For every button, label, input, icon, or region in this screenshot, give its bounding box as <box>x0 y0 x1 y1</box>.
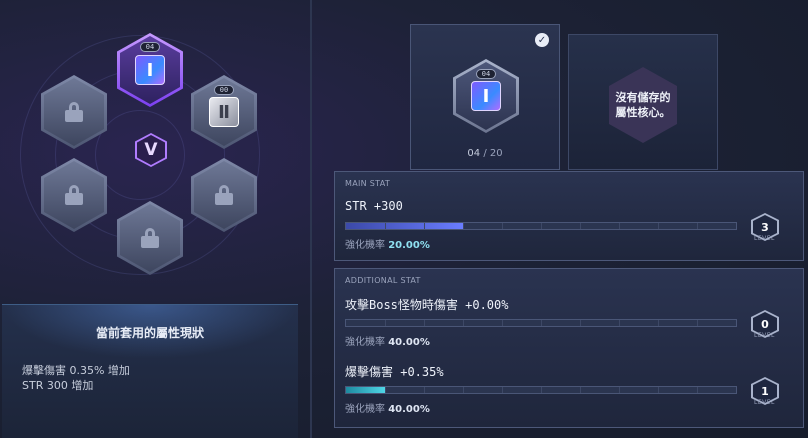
bar-segment-divider <box>385 387 386 393</box>
additional-stat-box: ADDITIONAL STAT 攻擊Boss怪物時傷害 +0.00% 強化機率 … <box>334 268 804 428</box>
lock-icon <box>215 185 233 205</box>
bar-segment-divider <box>541 223 542 229</box>
bar-segment-divider <box>385 320 386 326</box>
main-stat-header: MAIN STAT <box>345 179 391 188</box>
count-current: 04 <box>467 148 481 159</box>
bar-segment-divider <box>697 387 698 393</box>
bar-segment-divider <box>658 320 659 326</box>
empty-line: 屬性核心。 <box>615 106 671 119</box>
bar-segment-divider <box>619 387 620 393</box>
status-line: 爆擊傷害 0.35% 增加 <box>22 364 130 377</box>
bar-segment-divider <box>658 223 659 229</box>
rate-label: 強化機率 <box>345 337 385 348</box>
lock-icon <box>65 102 83 122</box>
bar-segment-divider <box>463 320 464 326</box>
core-slot-panel: Ⅰ 04 Ⅱ 00 V 當前套用的屬性現狀 爆擊傷害 0.35% 增加 STR … <box>0 0 312 438</box>
main-stat-rate: 強化機率 20.00% <box>345 236 430 251</box>
slot-inner <box>194 161 254 229</box>
slot-tag: 04 <box>140 42 160 52</box>
empty-line: 沒有儲存的 <box>615 91 671 104</box>
status-lines: 爆擊傷害 0.35% 增加 STR 300 增加 <box>22 363 130 393</box>
main-stat-bar <box>345 222 737 230</box>
bar-segment-divider <box>697 320 698 326</box>
rate-label: 強化機率 <box>345 404 385 415</box>
status-title: 當前套用的屬性現狀 <box>2 305 298 359</box>
core-symbol: Ⅰ <box>482 85 490 107</box>
core-detail-panel: ✓ Ⅰ 04 04 / 20 沒有儲存的 屬性核心。 MAIN STAT STR… <box>322 0 808 438</box>
main-stat-name: STR +300 <box>345 199 403 213</box>
core-icon-silver: Ⅱ <box>209 97 239 127</box>
level-label: LEVEL <box>754 399 775 406</box>
rate-value: 20.00% <box>388 240 430 251</box>
additional-stat-1-bar <box>345 319 737 327</box>
bar-segment-divider <box>619 320 620 326</box>
card-tag: 04 <box>476 69 496 79</box>
rate-value: 40.00% <box>388 337 430 348</box>
selected-core-card[interactable]: ✓ Ⅰ 04 04 / 20 <box>410 24 560 170</box>
core-symbol: Ⅰ <box>146 59 154 81</box>
additional-stat-1-name: 攻擊Boss怪物時傷害 +0.00% <box>345 298 509 312</box>
bar-segment-divider <box>502 387 503 393</box>
level-label: LEVEL <box>754 235 775 242</box>
slot-inner <box>44 78 104 146</box>
bar-segment-divider <box>580 387 581 393</box>
lock-icon <box>65 185 83 205</box>
lock-icon <box>141 228 159 248</box>
rate-value: 40.00% <box>388 404 430 415</box>
additional-stat-header: ADDITIONAL STAT <box>345 276 421 285</box>
level-label: LEVEL <box>754 332 775 339</box>
core-enhance-window: Ⅰ 04 Ⅱ 00 V 當前套用的屬性現狀 爆擊傷害 0.35% 增加 STR … <box>0 0 808 438</box>
check-icon: ✓ <box>535 33 549 47</box>
empty-storage-card: 沒有儲存的 屬性核心。 <box>568 34 718 170</box>
bar-segment-divider <box>463 387 464 393</box>
rate-label: 強化機率 <box>345 240 385 251</box>
bar-segment-divider <box>580 223 581 229</box>
count-separator: / <box>483 148 487 159</box>
slot-inner <box>120 204 180 272</box>
bar-segment-divider <box>502 223 503 229</box>
slot-inner <box>44 161 104 229</box>
empty-hex: 沒有儲存的 屬性核心。 <box>609 67 677 143</box>
additional-stat-2-bar <box>345 386 737 394</box>
additional-stat-2-name: 爆擊傷害 +0.35% <box>345 365 444 379</box>
core-icon-purple: Ⅰ <box>471 81 501 111</box>
bar-segment-divider <box>424 320 425 326</box>
core-count: 04 / 20 <box>411 148 559 159</box>
bar-segment-divider <box>502 320 503 326</box>
status-line: STR 300 增加 <box>22 379 94 392</box>
core-icon-purple: Ⅰ <box>135 55 165 85</box>
core-symbol: Ⅱ <box>218 101 230 123</box>
additional-stat-1-rate: 強化機率 40.00% <box>345 333 430 348</box>
count-total: 20 <box>489 148 503 159</box>
bar-segment-divider <box>385 223 386 229</box>
bar-segment-divider <box>541 320 542 326</box>
empty-storage-text: 沒有儲存的 屬性核心。 <box>616 90 671 120</box>
bar-segment-divider <box>580 320 581 326</box>
bar-segment-divider <box>619 223 620 229</box>
main-stat-fill <box>346 223 463 229</box>
additional-stat-2-fill <box>346 387 385 393</box>
v-emblem-icon: V <box>137 135 165 165</box>
additional-stat-2-rate: 強化機率 40.00% <box>345 400 430 415</box>
bar-segment-divider <box>424 223 425 229</box>
applied-stat-status-panel: 當前套用的屬性現狀 爆擊傷害 0.35% 增加 STR 300 增加 <box>2 304 298 438</box>
bar-segment-divider <box>463 223 464 229</box>
main-stat-box: MAIN STAT STR +300 強化機率 20.00% 3 LEVEL <box>334 171 804 261</box>
slot-tag: 00 <box>214 85 234 95</box>
bar-segment-divider <box>541 387 542 393</box>
bar-segment-divider <box>424 387 425 393</box>
bar-segment-divider <box>697 223 698 229</box>
bar-segment-divider <box>658 387 659 393</box>
